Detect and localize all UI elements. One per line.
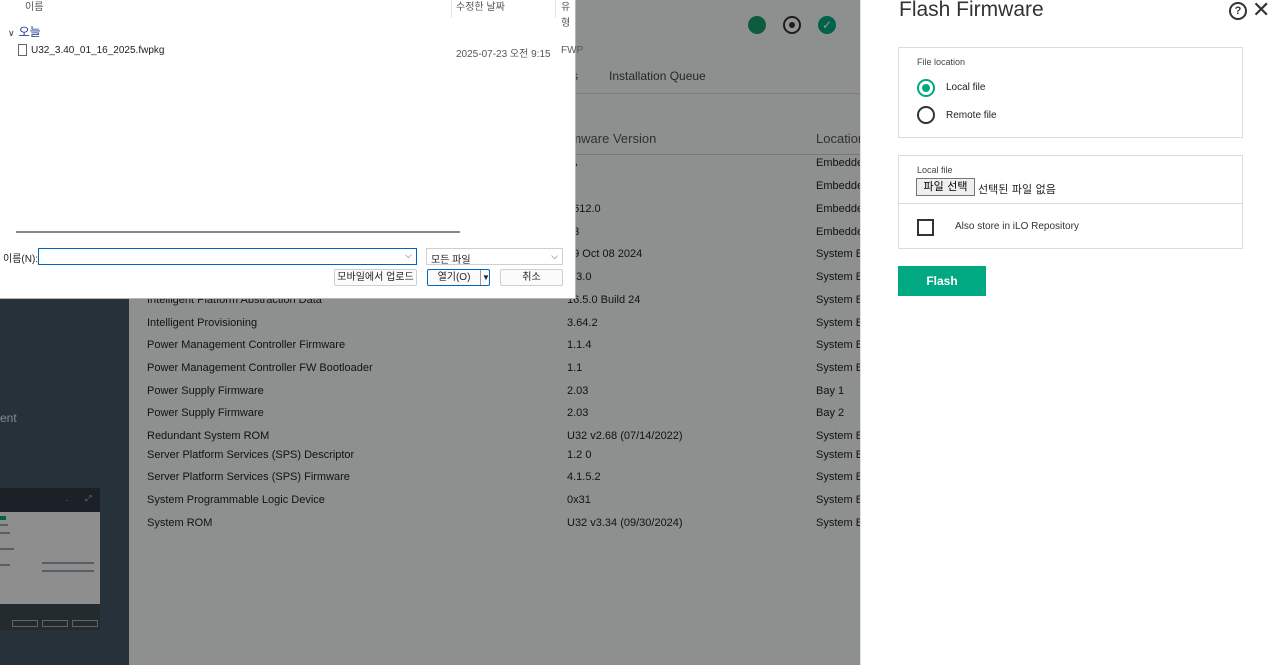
help-icon[interactable]: ? <box>1229 2 1247 20</box>
file-location-card: File location Local file Remote file <box>898 47 1243 138</box>
store-in-repository-label[interactable]: Also store in iLO Repository <box>955 221 1079 232</box>
file-icon <box>18 44 27 56</box>
file-location-label: File location <box>917 57 966 67</box>
split-divider <box>480 270 481 285</box>
card-divider <box>899 203 1242 204</box>
cancel-button[interactable]: 취소 <box>500 269 563 286</box>
local-file-field-label: Local file <box>917 165 953 175</box>
dropdown-arrow-icon[interactable]: ▼ <box>482 270 490 285</box>
mobile-upload-button[interactable]: 모바일에서 업로드 <box>334 269 417 286</box>
file-group-header[interactable]: ∨ 오늘 <box>8 23 41 40</box>
horizontal-scrollbar[interactable] <box>16 231 460 233</box>
file-group-label: 오늘 <box>18 25 41 39</box>
open-button[interactable]: 열기(O) ▼ <box>427 269 490 286</box>
choose-file-button[interactable]: 파일 선택 <box>916 178 975 196</box>
column-separator[interactable] <box>555 0 556 18</box>
local-file-label[interactable]: Local file <box>946 82 985 93</box>
store-in-repository-checkbox[interactable] <box>917 219 934 236</box>
file-name: U32_3.40_01_16_2025.fwpkg <box>31 45 165 56</box>
chevron-down-icon[interactable]: ∨ <box>8 28 15 38</box>
filetype-value: 모든 파일 <box>431 255 471 266</box>
file-modified-date: 2025-07-23 오전 9:15 <box>456 49 551 60</box>
close-icon[interactable]: ✕ <box>1252 0 1270 21</box>
remote-file-label[interactable]: Remote file <box>946 110 997 121</box>
column-header-name[interactable]: 이름 <box>25 0 43 18</box>
flash-firmware-panel: Flash Firmware ? ✕ File location Local f… <box>860 0 1280 665</box>
panel-title: Flash Firmware <box>899 0 1044 21</box>
file-open-dialog: 이름 수정한 날짜 유형 ∨ 오늘 U32_3.40_01_16_2025.fwp… <box>0 0 583 299</box>
column-separator[interactable] <box>451 0 452 18</box>
column-header-modified[interactable]: 수정한 날짜 <box>456 0 505 18</box>
chevron-down-icon[interactable]: ⌵ <box>405 250 412 261</box>
remote-file-radio[interactable] <box>917 106 935 124</box>
local-file-card: Local file 파일 선택 선택된 파일 없음 Also store in… <box>898 155 1243 249</box>
filename-label: 이름(N): <box>3 254 39 265</box>
filename-input[interactable] <box>38 248 417 265</box>
filetype-select[interactable]: 모든 파일 ⌵ <box>426 248 563 266</box>
chevron-down-icon: ⌵ <box>551 251 558 261</box>
local-file-radio[interactable] <box>917 79 935 97</box>
file-type: FWP <box>561 45 584 56</box>
file-list-item[interactable]: U32_3.40_01_16_2025.fwpkg 2025-07-23 오전 … <box>0 44 583 60</box>
no-file-selected-text: 선택된 파일 없음 <box>978 183 1056 196</box>
open-button-label: 열기(O) <box>437 272 471 283</box>
flash-button[interactable]: Flash <box>898 266 986 296</box>
column-header-type[interactable]: 유형 <box>561 0 575 29</box>
